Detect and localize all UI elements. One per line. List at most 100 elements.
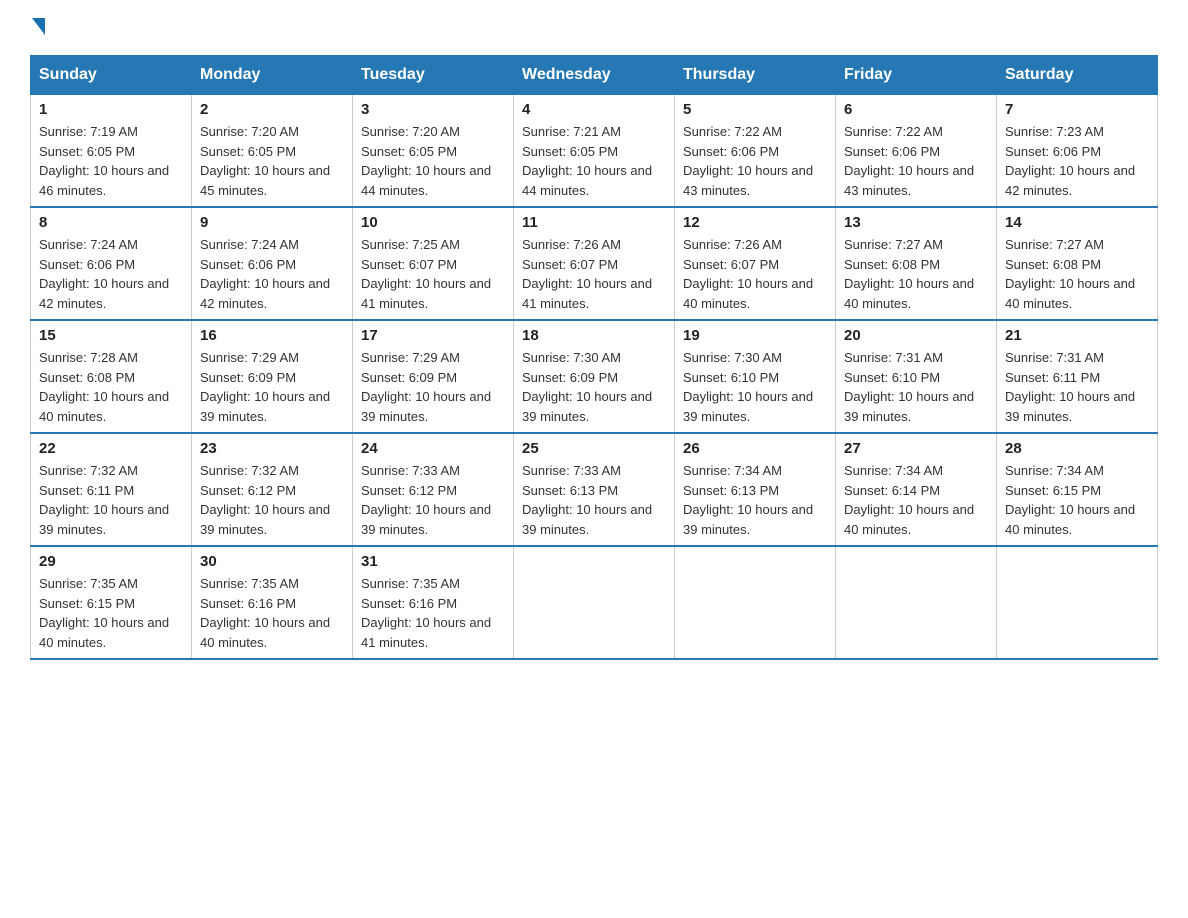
calendar-cell: 9 Sunrise: 7:24 AM Sunset: 6:06 PM Dayli… [192,207,353,320]
sunset-label: Sunset: 6:05 PM [200,144,296,159]
day-info: Sunrise: 7:30 AM Sunset: 6:09 PM Dayligh… [522,348,666,426]
sunrise-label: Sunrise: 7:32 AM [39,463,138,478]
day-info: Sunrise: 7:29 AM Sunset: 6:09 PM Dayligh… [200,348,344,426]
sunrise-label: Sunrise: 7:23 AM [1005,124,1104,139]
sunrise-label: Sunrise: 7:35 AM [39,576,138,591]
sunset-label: Sunset: 6:05 PM [522,144,618,159]
daylight-label: Daylight: 10 hours and 40 minutes. [683,276,813,311]
calendar-cell: 3 Sunrise: 7:20 AM Sunset: 6:05 PM Dayli… [353,95,514,208]
calendar-cell: 27 Sunrise: 7:34 AM Sunset: 6:14 PM Dayl… [836,433,997,546]
day-number: 3 [361,101,505,118]
sunset-label: Sunset: 6:09 PM [522,370,618,385]
daylight-label: Daylight: 10 hours and 43 minutes. [844,163,974,198]
sunset-label: Sunset: 6:06 PM [1005,144,1101,159]
calendar-cell: 28 Sunrise: 7:34 AM Sunset: 6:15 PM Dayl… [997,433,1158,546]
daylight-label: Daylight: 10 hours and 39 minutes. [200,502,330,537]
calendar-cell: 21 Sunrise: 7:31 AM Sunset: 6:11 PM Dayl… [997,320,1158,433]
sunset-label: Sunset: 6:05 PM [361,144,457,159]
sunset-label: Sunset: 6:16 PM [361,596,457,611]
sunrise-label: Sunrise: 7:34 AM [1005,463,1104,478]
calendar-table: SundayMondayTuesdayWednesdayThursdayFrid… [30,55,1158,660]
daylight-label: Daylight: 10 hours and 44 minutes. [522,163,652,198]
day-number: 18 [522,327,666,344]
column-header-sunday: Sunday [31,56,192,95]
sunrise-label: Sunrise: 7:27 AM [1005,237,1104,252]
sunrise-label: Sunrise: 7:25 AM [361,237,460,252]
daylight-label: Daylight: 10 hours and 39 minutes. [1005,389,1135,424]
day-number: 9 [200,214,344,231]
day-number: 7 [1005,101,1149,118]
day-number: 1 [39,101,183,118]
day-number: 16 [200,327,344,344]
daylight-label: Daylight: 10 hours and 42 minutes. [1005,163,1135,198]
calendar-cell: 22 Sunrise: 7:32 AM Sunset: 6:11 PM Dayl… [31,433,192,546]
daylight-label: Daylight: 10 hours and 46 minutes. [39,163,169,198]
day-info: Sunrise: 7:26 AM Sunset: 6:07 PM Dayligh… [522,235,666,313]
calendar-cell: 17 Sunrise: 7:29 AM Sunset: 6:09 PM Dayl… [353,320,514,433]
daylight-label: Daylight: 10 hours and 42 minutes. [200,276,330,311]
sunrise-label: Sunrise: 7:31 AM [1005,350,1104,365]
day-number: 15 [39,327,183,344]
sunrise-label: Sunrise: 7:30 AM [683,350,782,365]
daylight-label: Daylight: 10 hours and 41 minutes. [361,276,491,311]
sunrise-label: Sunrise: 7:22 AM [683,124,782,139]
day-info: Sunrise: 7:20 AM Sunset: 6:05 PM Dayligh… [200,122,344,200]
day-info: Sunrise: 7:34 AM Sunset: 6:15 PM Dayligh… [1005,461,1149,539]
day-number: 19 [683,327,827,344]
sunset-label: Sunset: 6:09 PM [200,370,296,385]
day-info: Sunrise: 7:35 AM Sunset: 6:15 PM Dayligh… [39,574,183,652]
calendar-cell: 16 Sunrise: 7:29 AM Sunset: 6:09 PM Dayl… [192,320,353,433]
calendar-cell: 26 Sunrise: 7:34 AM Sunset: 6:13 PM Dayl… [675,433,836,546]
day-number: 8 [39,214,183,231]
daylight-label: Daylight: 10 hours and 40 minutes. [844,276,974,311]
daylight-label: Daylight: 10 hours and 40 minutes. [844,502,974,537]
day-number: 5 [683,101,827,118]
calendar-cell: 20 Sunrise: 7:31 AM Sunset: 6:10 PM Dayl… [836,320,997,433]
day-number: 20 [844,327,988,344]
column-header-friday: Friday [836,56,997,95]
day-number: 14 [1005,214,1149,231]
day-number: 17 [361,327,505,344]
sunrise-label: Sunrise: 7:20 AM [200,124,299,139]
calendar-cell: 12 Sunrise: 7:26 AM Sunset: 6:07 PM Dayl… [675,207,836,320]
day-info: Sunrise: 7:29 AM Sunset: 6:09 PM Dayligh… [361,348,505,426]
sunrise-label: Sunrise: 7:19 AM [39,124,138,139]
calendar-cell: 1 Sunrise: 7:19 AM Sunset: 6:05 PM Dayli… [31,95,192,208]
sunrise-label: Sunrise: 7:30 AM [522,350,621,365]
calendar-cell [675,546,836,659]
calendar-cell [836,546,997,659]
day-info: Sunrise: 7:19 AM Sunset: 6:05 PM Dayligh… [39,122,183,200]
sunset-label: Sunset: 6:12 PM [200,483,296,498]
day-info: Sunrise: 7:23 AM Sunset: 6:06 PM Dayligh… [1005,122,1149,200]
day-number: 27 [844,440,988,457]
calendar-cell: 8 Sunrise: 7:24 AM Sunset: 6:06 PM Dayli… [31,207,192,320]
daylight-label: Daylight: 10 hours and 40 minutes. [1005,276,1135,311]
sunset-label: Sunset: 6:08 PM [1005,257,1101,272]
day-info: Sunrise: 7:32 AM Sunset: 6:12 PM Dayligh… [200,461,344,539]
sunrise-label: Sunrise: 7:29 AM [200,350,299,365]
day-number: 25 [522,440,666,457]
sunrise-label: Sunrise: 7:31 AM [844,350,943,365]
calendar-cell: 25 Sunrise: 7:33 AM Sunset: 6:13 PM Dayl… [514,433,675,546]
sunset-label: Sunset: 6:14 PM [844,483,940,498]
day-number: 4 [522,101,666,118]
day-number: 29 [39,553,183,570]
daylight-label: Daylight: 10 hours and 43 minutes. [683,163,813,198]
calendar-cell: 18 Sunrise: 7:30 AM Sunset: 6:09 PM Dayl… [514,320,675,433]
calendar-week-row: 8 Sunrise: 7:24 AM Sunset: 6:06 PM Dayli… [31,207,1158,320]
sunset-label: Sunset: 6:08 PM [39,370,135,385]
sunrise-label: Sunrise: 7:24 AM [200,237,299,252]
sunrise-label: Sunrise: 7:32 AM [200,463,299,478]
sunrise-label: Sunrise: 7:22 AM [844,124,943,139]
sunset-label: Sunset: 6:07 PM [683,257,779,272]
day-number: 24 [361,440,505,457]
sunset-label: Sunset: 6:07 PM [361,257,457,272]
calendar-cell: 30 Sunrise: 7:35 AM Sunset: 6:16 PM Dayl… [192,546,353,659]
daylight-label: Daylight: 10 hours and 45 minutes. [200,163,330,198]
column-header-monday: Monday [192,56,353,95]
daylight-label: Daylight: 10 hours and 39 minutes. [361,502,491,537]
calendar-week-row: 15 Sunrise: 7:28 AM Sunset: 6:08 PM Dayl… [31,320,1158,433]
daylight-label: Daylight: 10 hours and 39 minutes. [844,389,974,424]
page-header [30,20,1158,37]
daylight-label: Daylight: 10 hours and 39 minutes. [200,389,330,424]
